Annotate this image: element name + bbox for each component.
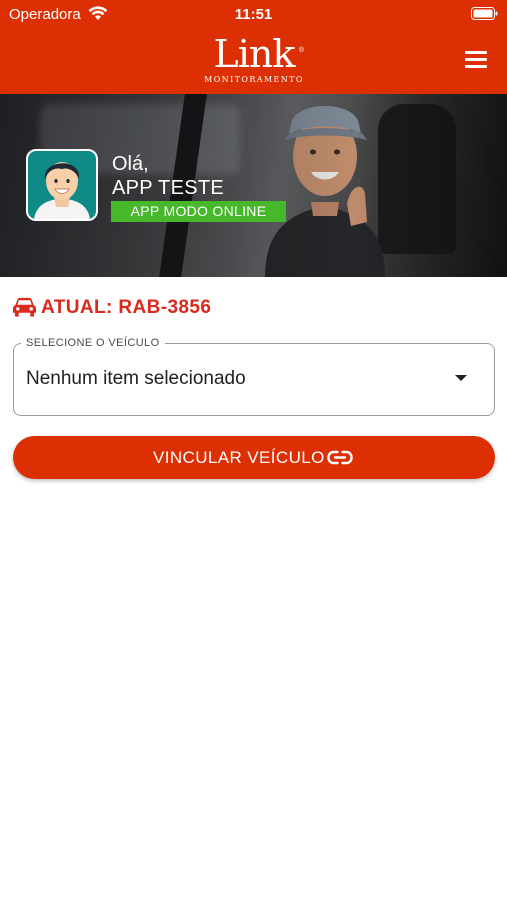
link-vehicle-button[interactable]: VINCULAR VEÍCULO [13,436,495,479]
logo-wordmark: Link [213,32,296,76]
hamburger-menu-icon[interactable] [463,48,491,72]
link-vehicle-button-label: VINCULAR VEÍCULO [153,448,325,467]
user-name: APP TESTE [112,177,225,199]
vehicle-select-legend: SELECIONE O VEÍCULO [21,336,165,350]
status-time: 11:51 [234,6,273,23]
battery-icon [471,7,498,20]
status-bar: Operadora 11:51 [0,0,507,28]
link-logo: Link ® MONITORAMENTO [204,33,304,87]
current-vehicle-label: ATUAL: RAB-3856 [41,297,212,318]
logo-registered-mark: ® [298,47,304,54]
logo-subtext: MONITORAMENTO [204,75,304,84]
greeting-text: Olá, [112,153,149,175]
dropdown-arrow-icon [455,375,467,381]
app-header: Operadora 11:51 Link ® MONITORAMENTO [0,0,507,94]
vehicle-select-value: Nenhum item selecionado [26,368,246,389]
user-avatar-icon [26,149,98,221]
link-icon [327,450,353,465]
car-icon [13,297,36,317]
online-mode-badge: APP MODO ONLINE [111,201,286,222]
vehicle-select[interactable]: Nenhum item selecionado [13,343,495,416]
